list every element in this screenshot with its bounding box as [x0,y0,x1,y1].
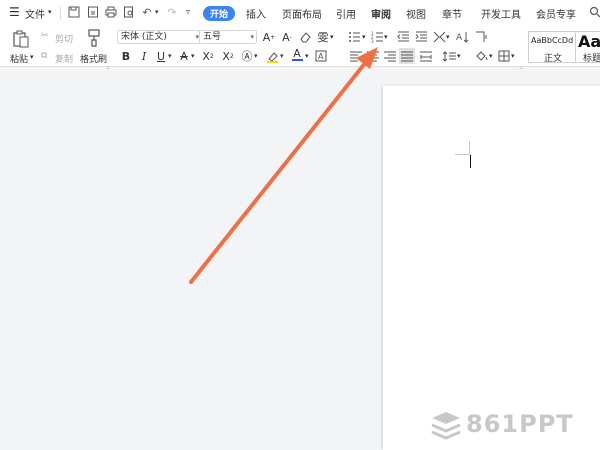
annotation-arrow [189,47,378,284]
watermark-logo-icon [431,412,461,440]
watermark-text: 861PPT [466,410,574,438]
